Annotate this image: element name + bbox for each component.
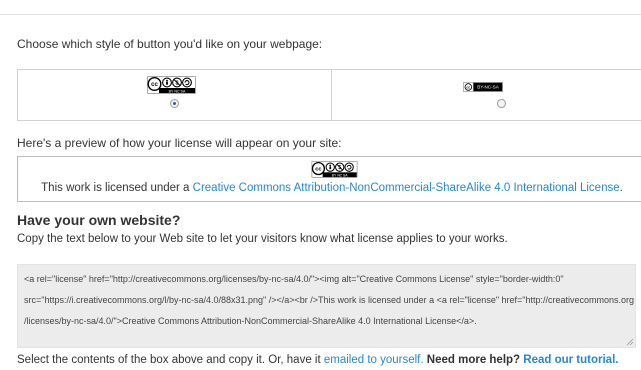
help-text: Need more help? (423, 354, 524, 366)
svg-text:cc: cc (315, 167, 321, 173)
style-radio-normal[interactable] (170, 99, 179, 108)
badge-label: BY NC SA (169, 89, 186, 93)
email-link[interactable]: emailed to yourself. (324, 354, 424, 366)
embed-code-line: /licenses/by-nc-sa/4.0/">Creative Common… (24, 316, 477, 326)
cc-by-nc-sa-compact-badge-icon: cc BY-NC-SA (463, 82, 503, 92)
license-link[interactable]: Creative Commons Attribution-NonCommerci… (193, 182, 620, 194)
svg-text:cc: cc (466, 85, 470, 89)
style-radio-compact[interactable] (497, 99, 506, 108)
tutorial-link[interactable]: Read our tutorial. (523, 354, 618, 366)
cc-by-nc-sa-badge-icon: cc $ BY NC SA (147, 76, 196, 94)
svg-text:cc: cc (151, 82, 158, 88)
license-preview: cc $ BY NC SA This work is licensed unde… (17, 156, 641, 202)
preview-license-text: This work is licensed under a Creative C… (18, 182, 641, 194)
preview-intro: Here's a preview of how your license wil… (17, 136, 342, 150)
own-website-heading: Have your own website? (17, 212, 181, 228)
style-question: Choose which style of button you'd like … (17, 37, 323, 51)
preview-badge-label: BY NC SA (332, 173, 349, 177)
compact-badge-label: BY-NC-SA (477, 85, 499, 90)
button-style-selector: cc $ BY NC SA cc BY-NC-SA (17, 69, 641, 121)
preview-text-before: This work is licensed under a (41, 182, 193, 194)
style-option-compact[interactable]: cc BY-NC-SA (332, 70, 641, 120)
top-divider (0, 14, 641, 15)
footer-instructions: Select the contents of the box above and… (17, 354, 618, 366)
cc-by-nc-sa-preview-badge-icon: cc $ BY NC SA (311, 161, 358, 178)
embed-code-line: src="https://i.creativecommons.org/l/by-… (24, 295, 635, 305)
embed-code-textarea[interactable]: <a rel="license" href="http://creativeco… (17, 264, 636, 348)
preview-text-after: . (619, 182, 623, 194)
resize-handle-icon[interactable] (626, 338, 633, 345)
footer-text: Select the contents of the box above and… (17, 354, 324, 366)
embed-code-line: <a rel="license" href="http://creativeco… (24, 274, 564, 284)
style-option-normal[interactable]: cc $ BY NC SA (18, 70, 331, 120)
own-website-description: Copy the text below to your Web site to … (17, 233, 508, 245)
